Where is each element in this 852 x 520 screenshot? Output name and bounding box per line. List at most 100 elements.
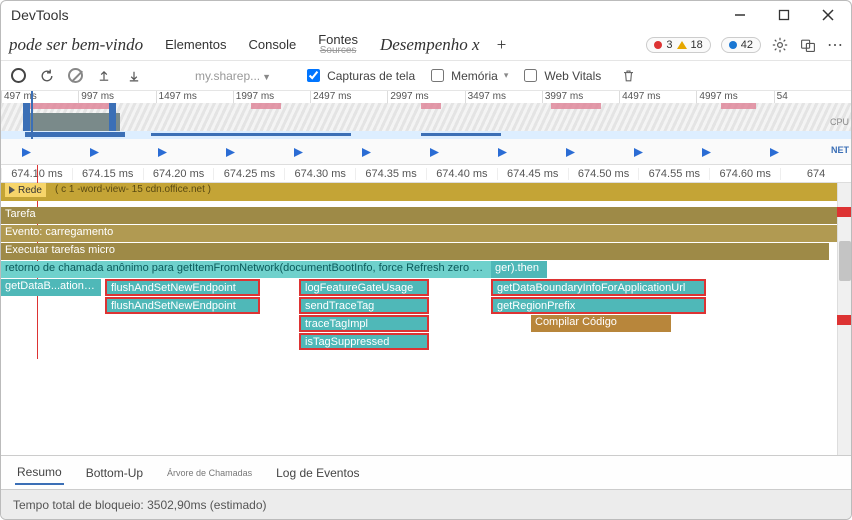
page-heading: pode ser bem-vindo: [7, 35, 151, 55]
cpu-label: CPU: [830, 117, 849, 127]
ruler-tick: 674.60 ms: [709, 168, 780, 180]
memory-input[interactable]: [431, 69, 444, 82]
overview-timeline[interactable]: 497 ms997 ms1497 ms1997 ms2497 ms2997 ms…: [1, 91, 851, 139]
seg-boundary[interactable]: getDataBoundaryInfoForApplicationUrl: [491, 279, 706, 296]
range-handle-right[interactable]: [109, 103, 116, 131]
settings-icon[interactable]: [771, 36, 789, 54]
ruler-tick: 674.50 ms: [568, 168, 639, 180]
upload-button[interactable]: [95, 67, 113, 85]
flame-scrollbar[interactable]: [837, 183, 851, 455]
site-label: my.sharep...: [195, 69, 260, 83]
net-tick-icon: [89, 147, 99, 157]
tab-performance[interactable]: Desempenho x: [372, 31, 488, 59]
overview-body[interactable]: CPU: [1, 103, 851, 131]
trash-icon[interactable]: [619, 67, 637, 85]
row-micro: Executar tarefas micro: [1, 243, 837, 261]
net-seg: [421, 133, 501, 136]
site-dropdown[interactable]: my.sharep...▼: [155, 69, 271, 83]
overview-tick: 2997 ms: [387, 91, 464, 103]
row-5: getDataB...ationUrl flushAndSetNewEndpoi…: [1, 279, 837, 297]
overview-cpu: [25, 113, 120, 131]
net-tick-icon: [497, 147, 507, 157]
ruler-tick: 674.35 ms: [355, 168, 426, 180]
tab-elements[interactable]: Elementos: [157, 33, 234, 56]
net-tick-icon: [429, 147, 439, 157]
ruler-tick: 674.30 ms: [284, 168, 355, 180]
webvitals-checkbox[interactable]: Web Vitals: [520, 66, 601, 85]
rede-chip[interactable]: Rede: [5, 183, 46, 197]
ruler-tick: 674.25 ms: [213, 168, 284, 180]
ruler-tick: 674.20 ms: [143, 168, 214, 180]
screenshots-checkbox[interactable]: Capturas de tela: [303, 66, 415, 85]
scrollbar-thumb[interactable]: [839, 241, 851, 281]
tab-event-log[interactable]: Log de Eventos: [274, 462, 361, 484]
overview-activity: [551, 103, 601, 109]
memory-checkbox[interactable]: Memória▾: [427, 66, 508, 85]
screenshots-input[interactable]: [307, 69, 320, 82]
screenshots-label: Capturas de tela: [327, 69, 415, 83]
overview-ticks: 497 ms997 ms1497 ms1997 ms2497 ms2997 ms…: [1, 91, 851, 103]
tab-call-tree[interactable]: Árvore de Chamadas: [165, 464, 254, 482]
flame-chart[interactable]: Rede ( c 1 -word-view- 15 cdn.office.net…: [1, 183, 851, 455]
tab-add[interactable]: +: [494, 35, 507, 55]
overview-activity: [721, 103, 756, 109]
issues-pill[interactable]: 3 18: [646, 37, 710, 53]
net-tick-icon: [565, 147, 575, 157]
ruler-tick: 674.40 ms: [426, 168, 497, 180]
warning-count: 18: [691, 39, 703, 51]
seg-flush-a[interactable]: flushAndSetNewEndpoint: [105, 279, 260, 296]
net-tick-icon: [21, 147, 31, 157]
seg-micro[interactable]: Executar tarefas micro: [1, 243, 829, 260]
seg-compile[interactable]: Compilar Código: [531, 315, 671, 332]
marker-red: [837, 315, 851, 325]
reload-button[interactable]: [38, 67, 56, 85]
row-evento: Evento: carregamento: [1, 225, 837, 243]
minimize-button[interactable]: [727, 6, 753, 24]
info-dot-icon: [729, 41, 737, 49]
tab-summary[interactable]: Resumo: [15, 461, 64, 485]
seg-tracetagimpl[interactable]: traceTagImpl: [299, 315, 429, 332]
tabstrip-right: 3 18 42 ⋯: [646, 36, 845, 54]
overview-net-band: [1, 131, 851, 139]
row-7: traceTagImpl Compilar Código: [1, 315, 837, 333]
window-controls: [727, 6, 845, 24]
chevron-down-icon: ▼: [260, 72, 271, 82]
devtools-window: DevTools pode ser bem-vindo Elementos Co…: [0, 0, 852, 520]
record-button[interactable]: [11, 68, 26, 83]
seg-anon[interactable]: retorno de chamada anônimo para getItemF…: [1, 261, 491, 278]
ruler-tick: 674.45 ms: [497, 168, 568, 180]
close-button[interactable]: [815, 6, 841, 24]
seg-sendtrace[interactable]: sendTraceTag: [299, 297, 429, 314]
seg-then[interactable]: ger).then: [491, 261, 547, 278]
seg-tarefa[interactable]: Tarefa: [1, 207, 837, 224]
tab-bottom-up[interactable]: Bottom-Up: [84, 462, 145, 484]
tab-sources-strike: Sources: [312, 46, 365, 56]
seg-istagsuppressed[interactable]: isTagSuppressed: [299, 333, 429, 350]
more-icon[interactable]: ⋯: [827, 36, 845, 54]
ruler-tick: 674.15 ms: [72, 168, 143, 180]
rede-label: Rede: [18, 185, 42, 196]
overview-tick: 3497 ms: [465, 91, 542, 103]
titlebar: DevTools: [1, 1, 851, 29]
seg-col1[interactable]: getDataB...ationUrl: [1, 279, 101, 296]
download-button[interactable]: [125, 67, 143, 85]
info-pill[interactable]: 42: [721, 37, 761, 53]
maximize-button[interactable]: [771, 6, 797, 24]
net-tick-icon: [361, 147, 371, 157]
details-tabs: Resumo Bottom-Up Árvore de Chamadas Log …: [1, 455, 851, 489]
row-tarefa: Tarefa: [1, 207, 837, 225]
seg-logfeature[interactable]: logFeatureGateUsage: [299, 279, 429, 296]
seg-region[interactable]: getRegionPrefix: [491, 297, 706, 314]
net-tick-icon: [225, 147, 235, 157]
webvitals-input[interactable]: [524, 69, 537, 82]
range-handle-left[interactable]: [23, 103, 30, 131]
seg-flush-b[interactable]: flushAndSetNewEndpoint: [105, 297, 260, 314]
tab-console[interactable]: Console: [241, 33, 305, 56]
seg-evento[interactable]: Evento: carregamento: [1, 225, 837, 242]
webvitals-label: Web Vitals: [544, 69, 601, 83]
dock-icon[interactable]: [799, 36, 817, 54]
playhead[interactable]: [31, 91, 33, 142]
row-rede: Rede ( c 1 -word-view- 15 cdn.office.net…: [1, 183, 837, 201]
overview-activity: [421, 103, 441, 109]
clear-button[interactable]: [68, 68, 83, 83]
